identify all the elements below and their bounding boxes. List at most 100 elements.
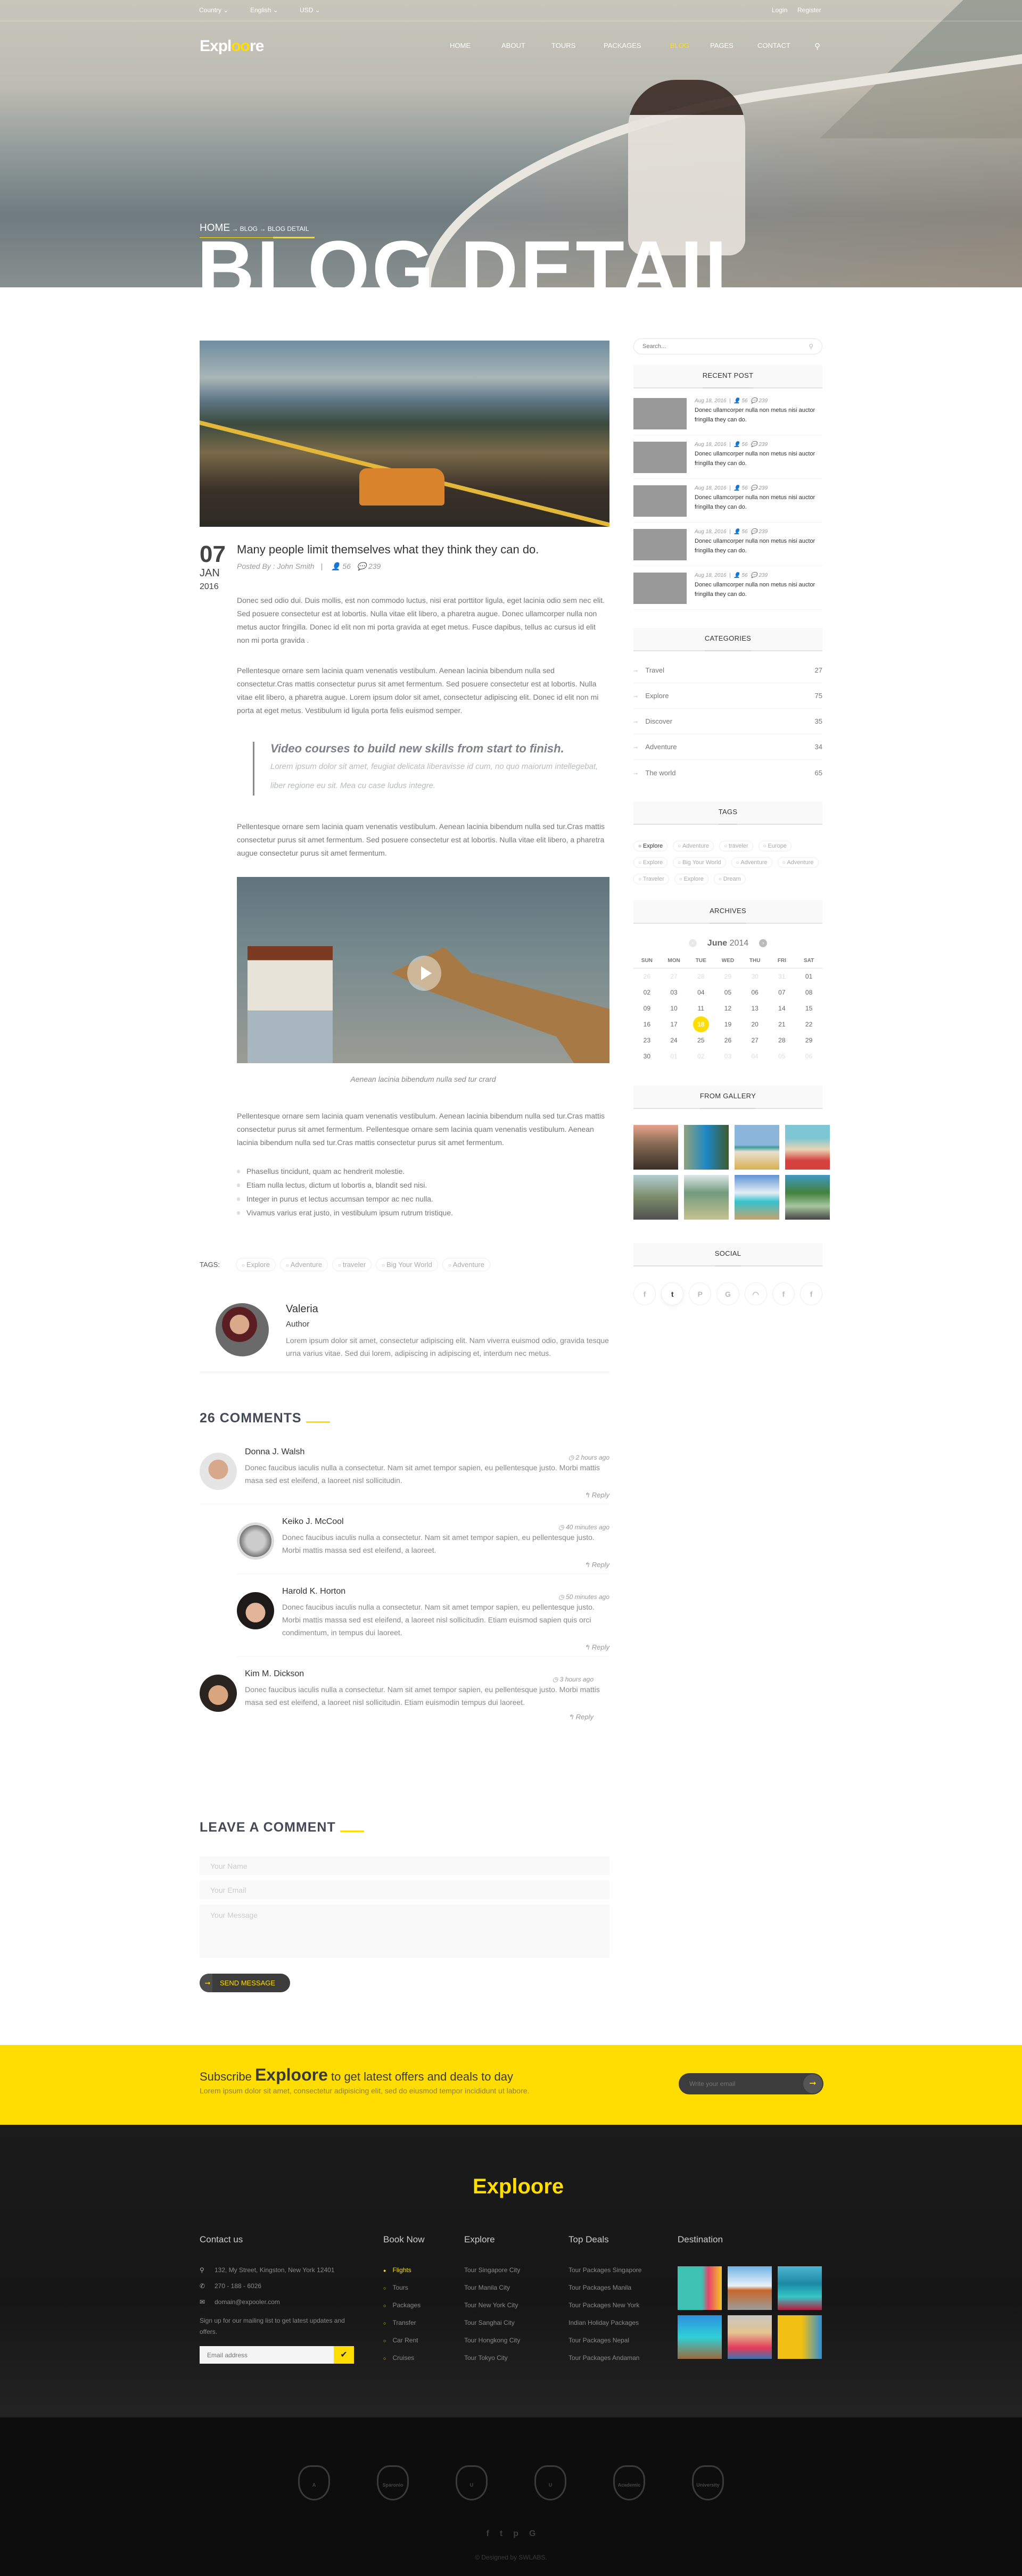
calendar-day[interactable]: 16: [633, 1016, 661, 1032]
recent-post-thumbnail[interactable]: [633, 398, 687, 429]
recent-post[interactable]: Aug 18, 2016 | 👤 56 💬 239 Donec ullamcor…: [633, 392, 822, 435]
calendar-day[interactable]: 12: [714, 1000, 741, 1016]
footer-link[interactable]: Tour Tokyo City: [464, 2354, 520, 2372]
footer-link[interactable]: Tour Manila City: [464, 2284, 520, 2301]
recent-post-thumbnail[interactable]: [633, 529, 687, 560]
calendar-day[interactable]: 06: [795, 1048, 822, 1064]
tag-link[interactable]: Big Your World: [376, 1258, 438, 1271]
tag-link[interactable]: Adventure: [442, 1258, 490, 1271]
category-item[interactable]: ➞ Explore 75: [633, 683, 822, 709]
login-link[interactable]: Login: [772, 6, 787, 14]
nav-home[interactable]: HOME: [450, 42, 471, 49]
reply-button[interactable]: ↰ Reply: [245, 1713, 609, 1721]
calendar-day[interactable]: 25: [687, 1032, 714, 1048]
tag-link[interactable]: Adventure: [731, 857, 772, 868]
recent-post[interactable]: Aug 18, 2016 | 👤 56 💬 239 Donec ullamcor…: [633, 566, 822, 610]
calendar-day[interactable]: 23: [633, 1032, 661, 1048]
recent-post-thumbnail[interactable]: [633, 573, 687, 604]
footer-email[interactable]: domain@expooler.com: [215, 2298, 280, 2314]
calendar-day[interactable]: 28: [687, 968, 714, 985]
destination-image[interactable]: [778, 2315, 822, 2359]
sidebar-search[interactable]: ⚲: [633, 338, 822, 354]
tag-link[interactable]: Explore: [633, 841, 668, 851]
footer-link[interactable]: Indian Holiday Packages: [568, 2319, 641, 2337]
gallery-image[interactable]: [633, 1175, 678, 1220]
country-dropdown[interactable]: Country ⌄: [199, 6, 228, 14]
calendar-day[interactable]: 07: [769, 984, 796, 1000]
currency-dropdown[interactable]: USD ⌄: [300, 6, 320, 14]
tag-link[interactable]: Europe: [758, 841, 792, 851]
name-input[interactable]: [200, 1857, 609, 1875]
calendar-day[interactable]: 29: [795, 1032, 822, 1048]
nav-blog[interactable]: BLOG: [670, 42, 689, 49]
recent-post-thumbnail[interactable]: [633, 442, 687, 473]
rss-icon[interactable]: ◠: [744, 1282, 767, 1305]
calendar-day[interactable]: 28: [769, 1032, 796, 1048]
footer-link[interactable]: Tour Packages Manila: [568, 2284, 641, 2301]
footer-link[interactable]: Tour Packages Nepal: [568, 2337, 641, 2354]
logo[interactable]: Exploore: [200, 37, 264, 55]
footer-social-icon[interactable]: f: [487, 2529, 489, 2538]
calendar-day[interactable]: 15: [795, 1000, 822, 1016]
recent-post[interactable]: Aug 18, 2016 | 👤 56 💬 239 Donec ullamcor…: [633, 435, 822, 479]
tag-link[interactable]: Explore: [236, 1258, 276, 1271]
footer-social-icon[interactable]: t: [500, 2529, 502, 2538]
gallery-image[interactable]: [735, 1175, 779, 1220]
footer-link[interactable]: Tour Packages New York: [568, 2301, 641, 2319]
calendar-day[interactable]: 03: [661, 984, 688, 1000]
tag-link[interactable]: Big Your World: [673, 857, 726, 868]
calendar-day[interactable]: 24: [661, 1032, 688, 1048]
calendar-day[interactable]: 02: [687, 1048, 714, 1064]
calendar-day[interactable]: 11: [687, 1000, 714, 1016]
calendar-day[interactable]: 09: [633, 1000, 661, 1016]
destination-image[interactable]: [728, 2315, 772, 2359]
gallery-image[interactable]: [785, 1125, 830, 1170]
category-item[interactable]: ➞ Adventure 34: [633, 734, 822, 760]
check-icon[interactable]: ✔: [334, 2346, 354, 2364]
calendar-day[interactable]: 30: [633, 1048, 661, 1064]
gallery-image[interactable]: [785, 1175, 830, 1220]
recent-post-title[interactable]: Donec ullamcorper nulla non metus nisi a…: [695, 536, 822, 556]
recent-post-title[interactable]: Donec ullamcorper nulla non metus nisi a…: [695, 405, 822, 425]
message-input[interactable]: [200, 1904, 609, 1958]
reply-button[interactable]: ↰ Reply: [282, 1643, 609, 1652]
calendar-day[interactable]: 19: [714, 1016, 741, 1032]
nav-pages[interactable]: PAGES: [710, 42, 733, 49]
search-icon[interactable]: ⚲: [814, 42, 820, 51]
email-input[interactable]: [200, 1881, 609, 1899]
destination-image[interactable]: [778, 2266, 822, 2310]
calendar-day[interactable]: 26: [714, 1032, 741, 1048]
footer-link[interactable]: Car Rent: [383, 2337, 424, 2354]
category-item[interactable]: ➞ The world 65: [633, 760, 822, 785]
subscribe-email-input[interactable]: [689, 2080, 796, 2088]
calendar-day[interactable]: 14: [769, 1000, 796, 1016]
calendar-day[interactable]: 05: [714, 984, 741, 1000]
calendar-day[interactable]: 08: [795, 984, 822, 1000]
destination-image[interactable]: [678, 2315, 722, 2359]
reply-button[interactable]: ↰ Reply: [282, 1561, 609, 1569]
calendar-day[interactable]: 26: [633, 968, 661, 985]
recent-post-thumbnail[interactable]: [633, 485, 687, 517]
footer-social-icon[interactable]: p: [513, 2529, 518, 2538]
recent-post[interactable]: Aug 18, 2016 | 👤 56 💬 239 Donec ullamcor…: [633, 479, 822, 523]
play-icon[interactable]: [407, 956, 441, 991]
calendar-day[interactable]: 02: [633, 984, 661, 1000]
calendar-day[interactable]: 04: [687, 984, 714, 1000]
facebook-icon[interactable]: f: [800, 1282, 822, 1305]
footer-social-icon[interactable]: G: [529, 2529, 535, 2538]
footer-link[interactable]: Tour Sanghai City: [464, 2319, 520, 2337]
send-message-button[interactable]: ➞ SEND MESSAGE: [200, 1974, 290, 1992]
footer-link[interactable]: Tours: [383, 2284, 424, 2301]
destination-image[interactable]: [678, 2266, 722, 2310]
calendar-day[interactable]: 10: [661, 1000, 688, 1016]
nav-about[interactable]: ABOUT: [501, 42, 525, 49]
footer-link[interactable]: Transfer: [383, 2319, 424, 2337]
footer-email-input[interactable]: [200, 2346, 334, 2364]
footer-link[interactable]: Tour Packages Andaman: [568, 2354, 641, 2372]
footer-link[interactable]: Tour Hongkong City: [464, 2337, 520, 2354]
tag-link[interactable]: traveler: [332, 1258, 372, 1271]
tag-link[interactable]: Explore: [674, 874, 708, 884]
tag-link[interactable]: Explore: [633, 857, 668, 868]
subscribe-submit-button[interactable]: ➞: [803, 2074, 822, 2093]
recent-post-title[interactable]: Donec ullamcorper nulla non metus nisi a…: [695, 449, 822, 468]
